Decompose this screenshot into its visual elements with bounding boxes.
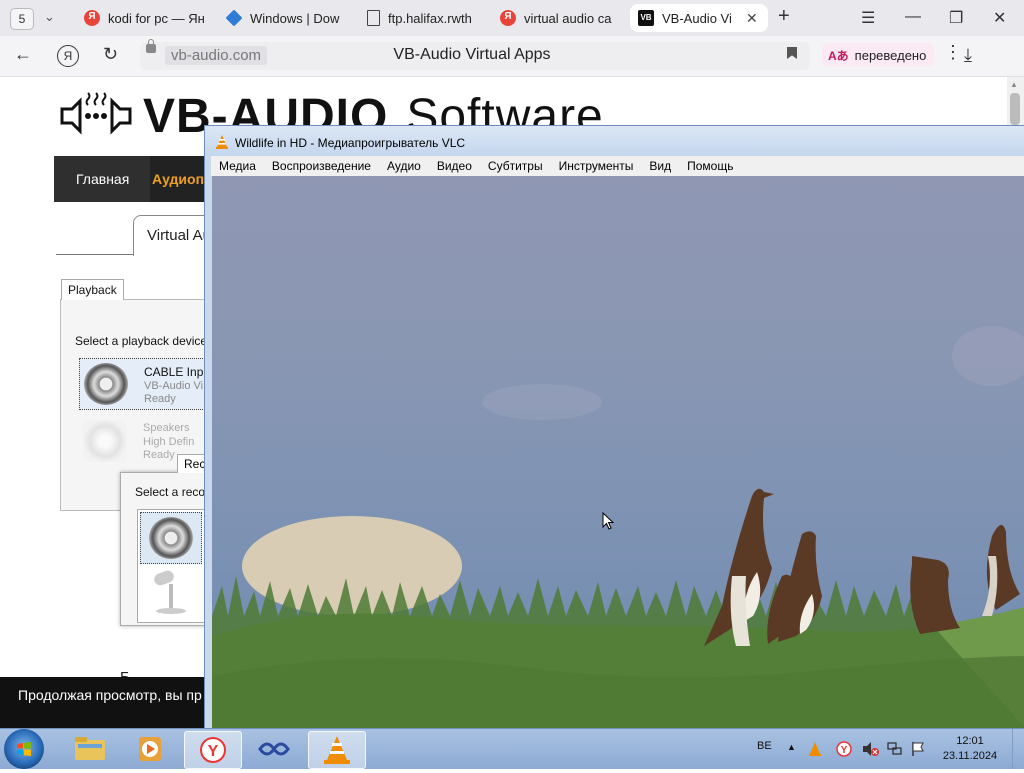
show-desktop-button[interactable]: [1012, 729, 1024, 769]
vlc-window-title: Wildlife in HD - Медиапроигрыватель VLC: [235, 136, 466, 150]
folder-icon: [75, 737, 105, 760]
vb-audio-logo-icon: [60, 92, 132, 135]
taskbar: Y BE ▲ Y 12:01 23.11.2024: [0, 728, 1024, 769]
more-icon[interactable]: ⋮: [944, 42, 962, 63]
svg-text:Y: Y: [208, 743, 219, 760]
menu-media[interactable]: Медиа: [211, 156, 264, 176]
browser-tab-strip: 5 ⌄ kodi for pc — Ян Windows | Dow ftp.h…: [0, 0, 1024, 36]
taskbar-yandex-browser[interactable]: Y: [184, 731, 242, 769]
nav-home[interactable]: Главная: [76, 171, 129, 187]
taskbar-infinity-app[interactable]: [246, 731, 302, 767]
yandex-home-icon[interactable]: Я: [57, 45, 79, 67]
tab-title: ftp.halifax.rwth: [388, 10, 472, 26]
vb-audio-icon: VB: [638, 10, 654, 26]
tab-vb-audio[interactable]: VB VB-Audio Vi ✕: [630, 4, 768, 32]
cookie-banner-text: Продолжая просмотр, вы пр: [18, 687, 202, 703]
video-scene-birds: [212, 326, 1024, 732]
reload-icon[interactable]: ↻: [103, 44, 118, 65]
translated-label: переведено: [854, 47, 927, 63]
menu-audio[interactable]: Аудио: [379, 156, 429, 176]
new-tab-icon[interactable]: +: [778, 5, 790, 28]
taskbar-media-player[interactable]: [122, 731, 178, 767]
subtab-label: Virtual Au: [147, 227, 211, 244]
speaker-icon: [149, 517, 193, 559]
tray-yandex-icon[interactable]: Y: [836, 741, 852, 757]
speaker-icon: [83, 420, 127, 462]
vlc-cone-icon: [216, 135, 228, 149]
tab-title: virtual audio ca: [524, 10, 612, 26]
tab-windows[interactable]: Windows | Dow: [226, 4, 348, 32]
yandex-icon: [500, 10, 516, 26]
tab-title: kodi for pc — Ян: [108, 10, 205, 26]
device-driver: VB-Audio Vi: [144, 380, 204, 392]
device-status: Ready: [144, 393, 176, 405]
device-name: Speakers: [143, 422, 190, 434]
url-domain[interactable]: vb-audio.com: [165, 46, 268, 65]
taskbar-vlc[interactable]: [308, 731, 366, 769]
clock[interactable]: 12:01 23.11.2024: [938, 734, 1002, 764]
device-driver: High Defin: [143, 436, 195, 448]
menu-video[interactable]: Видео: [429, 156, 480, 176]
vlc-menubar: Медиа Воспроизведение Аудио Видео Субтит…: [211, 156, 1024, 176]
page-title: VB-Audio Virtual Apps: [393, 46, 551, 63]
tab-title: VB-Audio Vi: [662, 10, 732, 26]
device-name: CABLE Input: [144, 365, 214, 379]
tray-vlc-icon[interactable]: [807, 741, 823, 757]
network-icon[interactable]: [886, 741, 902, 757]
close-window-icon[interactable]: ✕: [993, 8, 1006, 28]
vlc-window: Wildlife in HD - Медиапроигрыватель VLC …: [204, 125, 1024, 737]
close-icon[interactable]: ✕: [746, 10, 758, 27]
tray-expand-icon[interactable]: ▲: [787, 742, 796, 752]
mouse-cursor-icon: [602, 512, 614, 530]
menu-tools[interactable]: Инструменты: [551, 156, 642, 176]
action-center-flag-icon[interactable]: [910, 741, 926, 757]
minimize-icon[interactable]: —: [905, 8, 921, 26]
microphone-icon[interactable]: [148, 568, 192, 618]
infinity-icon: [258, 742, 290, 756]
device-cable-output[interactable]: [140, 512, 202, 564]
language-indicator[interactable]: BE: [757, 740, 772, 752]
file-icon: [367, 10, 380, 26]
taskbar-explorer[interactable]: [62, 731, 118, 767]
tab-count-button[interactable]: 5: [10, 8, 34, 30]
playback-tab[interactable]: Playback: [61, 279, 124, 300]
download-icon[interactable]: ⤓: [964, 45, 972, 66]
speaker-icon: [84, 363, 128, 405]
vlc-titlebar[interactable]: Wildlife in HD - Медиапроигрыватель VLC: [205, 126, 1024, 156]
menu-view[interactable]: Вид: [641, 156, 679, 176]
scrollbar-thumb[interactable]: [1010, 93, 1020, 125]
clock-date: 23.11.2024: [942, 750, 998, 762]
menu-subtitles[interactable]: Субтитры: [480, 156, 551, 176]
start-button[interactable]: [4, 729, 44, 769]
tab-virtual-audio[interactable]: virtual audio ca: [500, 4, 618, 32]
svg-text:Y: Y: [841, 745, 848, 756]
chevron-down-icon[interactable]: ⌄: [44, 9, 55, 25]
scroll-up-icon[interactable]: ▲: [1010, 80, 1018, 89]
device-status: Ready: [143, 449, 175, 461]
translate-icon: Aあ: [828, 48, 849, 63]
yandex-browser-icon: Y: [200, 737, 226, 763]
video-frame[interactable]: [212, 176, 1024, 732]
recording-instruction: Select a reco: [135, 485, 206, 499]
menu-help[interactable]: Помощь: [679, 156, 741, 176]
windows-flag-icon: [17, 742, 31, 756]
menu-playback[interactable]: Воспроизведение: [264, 156, 379, 176]
back-icon[interactable]: ←: [14, 44, 32, 65]
clock-time: 12:01: [956, 735, 984, 747]
vlc-cone-icon: [324, 736, 350, 764]
lock-icon: [146, 39, 156, 53]
windows-icon: [226, 9, 243, 27]
volume-muted-icon[interactable]: [862, 741, 880, 757]
translated-badge[interactable]: Aあ переведено: [822, 43, 935, 67]
menu-icon[interactable]: ☰: [861, 8, 875, 28]
media-player-icon: [139, 737, 161, 761]
tab-ftp[interactable]: ftp.halifax.rwth: [364, 4, 482, 32]
yandex-icon: [84, 10, 100, 26]
restore-icon[interactable]: ❐: [949, 8, 963, 28]
tab-title: Windows | Dow: [250, 10, 340, 26]
playback-instruction: Select a playback device b: [75, 334, 218, 348]
tab-kodi[interactable]: kodi for pc — Ян: [84, 4, 216, 32]
